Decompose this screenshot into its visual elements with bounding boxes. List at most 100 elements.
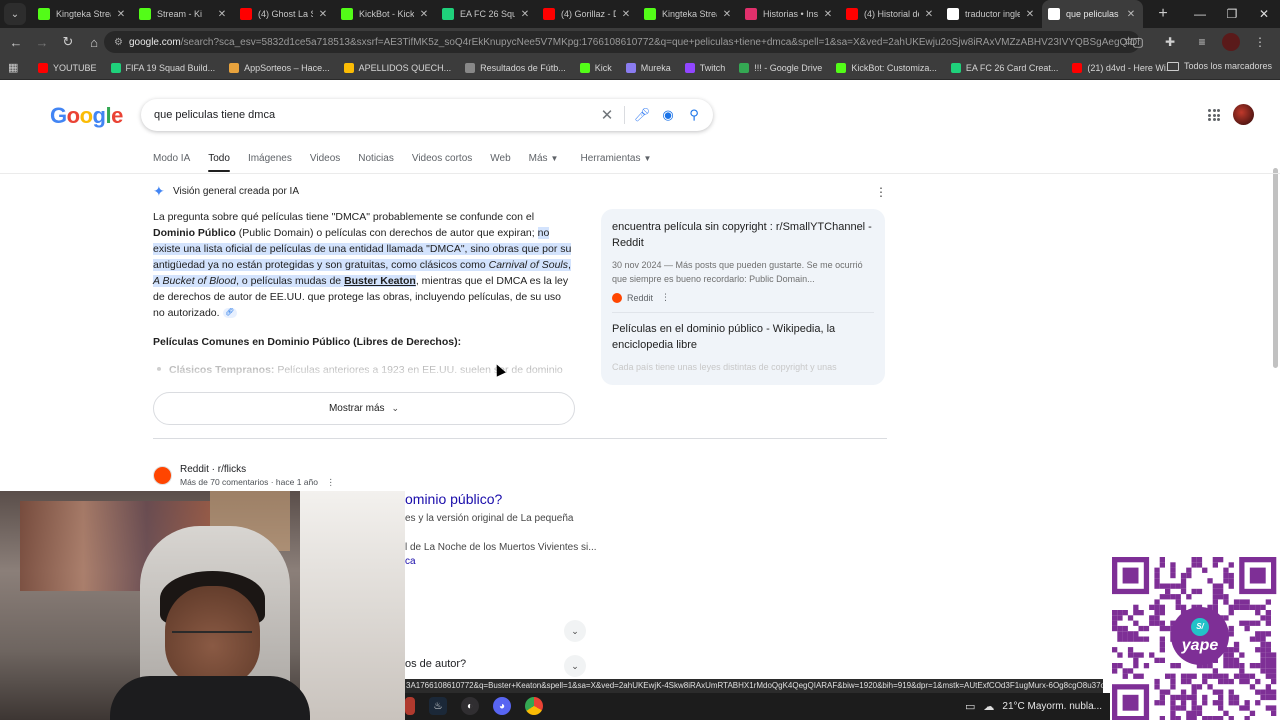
tab-close-icon[interactable]: ✕ [519, 9, 531, 20]
tab-web[interactable]: Web [490, 152, 510, 172]
source-more-icon[interactable]: ⋮ [661, 292, 670, 303]
new-tab-button[interactable]: + [1153, 5, 1173, 23]
browser-tab[interactable]: Kingteka Strea ✕ [638, 0, 739, 28]
tab-label: (4) Gorillaz - D [561, 9, 616, 19]
bookmark-item[interactable]: !!! - Google Drive [739, 62, 822, 73]
result-sublink[interactable]: ca [405, 556, 416, 567]
apps-grid-icon[interactable]: ▦ [8, 61, 24, 74]
bookmark-label: APELLIDOS QUECH... [358, 62, 452, 73]
window-controls: — ❐ ✕ [1184, 0, 1280, 28]
tab-videos-cortos[interactable]: Videos cortos [412, 152, 472, 172]
home-icon[interactable]: ⌂ [82, 30, 106, 54]
display-icon[interactable]: ▭ [965, 700, 975, 713]
tab-videos[interactable]: Videos [310, 152, 340, 172]
tab-todo[interactable]: Todo [208, 152, 230, 172]
kick-icon [139, 8, 151, 20]
tab-modo-ia[interactable]: Modo IA [153, 152, 190, 172]
back-icon[interactable]: ← [4, 30, 28, 54]
google-apps-icon[interactable] [1208, 109, 1220, 121]
forward-icon[interactable]: → [30, 30, 54, 54]
browser-tab[interactable]: (4) Historial de ✕ [840, 0, 941, 28]
tab-close-icon[interactable]: ✕ [216, 9, 228, 20]
source-title-reddit[interactable]: encuentra película sin copyright : r/Sma… [612, 219, 874, 251]
tab-search-icon[interactable]: ⌄ [4, 3, 26, 25]
address-bar[interactable]: ⚙ google.com/search?sca_esv=5832d1ce5a71… [104, 31, 1140, 53]
browser-tab[interactable]: KickBot - Kick ✕ [335, 0, 436, 28]
faq-chevron-icon[interactable]: ⌄ [564, 620, 586, 642]
obs-icon[interactable]: ◐ [461, 697, 479, 715]
tab-close-icon[interactable]: ✕ [620, 9, 632, 20]
source-link-icon[interactable]: 🔗︎ [222, 308, 237, 319]
show-more-button[interactable]: Mostrar más ⌄ [153, 392, 575, 425]
close-window-icon[interactable]: ✕ [1248, 0, 1280, 28]
ai-title-bucket: A Bucket of Blood [153, 275, 237, 287]
result-title-link[interactable]: ominio público? [405, 491, 502, 507]
taskbar-weather[interactable]: ▭ ☁ 21°C Mayorm. nubla... ⌃ [965, 700, 1133, 713]
buster-keaton-link[interactable]: Buster Keaton [344, 275, 416, 287]
page-scrollbar[interactable] [1273, 168, 1278, 368]
bookmark-item[interactable]: (21) d4vd - Here Wi... [1072, 62, 1173, 73]
media-control-icon[interactable]: ≡ [1190, 30, 1214, 54]
restore-icon[interactable]: ❐ [1216, 0, 1248, 28]
search-input[interactable]: que peliculas tiene dmca [154, 109, 594, 121]
clear-icon[interactable]: ✕ [594, 102, 620, 128]
account-avatar[interactable] [1233, 104, 1254, 125]
tab-close-icon[interactable]: ✕ [115, 9, 127, 20]
browser-tab[interactable]: (4) Gorillaz - D ✕ [537, 0, 638, 28]
profile-avatar[interactable] [1222, 33, 1240, 51]
search-icon[interactable]: ⚲ [681, 102, 707, 128]
browser-tab[interactable]: Historias • Inst ✕ [739, 0, 840, 28]
extensions-puzzle-icon[interactable]: ✚ [1158, 30, 1182, 54]
tab-close-icon[interactable]: ✕ [822, 9, 834, 20]
search-box[interactable]: que peliculas tiene dmca ✕ 🎤︎ ◉ ⚲ [141, 99, 713, 131]
bookmark-item[interactable]: APELLIDOS QUECH... [343, 62, 452, 73]
bookmark-item[interactable]: YOUTUBE [38, 62, 97, 73]
result-more-icon[interactable]: ⋮ [326, 477, 335, 487]
tab-close-icon[interactable]: ✕ [1024, 9, 1036, 20]
tab-close-icon[interactable]: ✕ [721, 9, 733, 20]
result-site[interactable]: Reddit · r/flicks [180, 464, 246, 475]
all-bookmarks[interactable]: Todos los marcadores [1166, 61, 1272, 71]
extension-icon[interactable]: ▢ [1126, 30, 1150, 54]
faq-chevron-icon[interactable]: ⌄ [564, 655, 586, 677]
source-title-wikipedia[interactable]: Películas en el dominio público - Wikipe… [612, 321, 874, 353]
tab-imagenes[interactable]: Imágenes [248, 152, 292, 172]
browser-tab[interactable]: Stream - Ki ✕ [133, 0, 234, 28]
browser-tab[interactable]: (4) Ghost La S ✕ [234, 0, 335, 28]
bookmark-item[interactable]: Mureka [625, 62, 671, 73]
bookmark-item[interactable]: AppSorteos – Hace... [229, 62, 330, 73]
bookmark-item[interactable]: Twitch [684, 62, 725, 73]
tab-close-icon[interactable]: ✕ [418, 9, 430, 20]
mic-icon[interactable]: 🎤︎ [629, 102, 655, 128]
tab-mas[interactable]: Más ▼ [529, 152, 559, 172]
browser-tab[interactable]: Kingteka Strea ✕ [32, 0, 133, 28]
tab-close-icon[interactable]: ✕ [923, 9, 935, 20]
ai-bold-dominio: Dominio Público [153, 227, 236, 239]
discord-icon[interactable]: ◕ [493, 697, 511, 715]
lens-icon[interactable]: ◉ [655, 102, 681, 128]
browser-tab[interactable]: que peliculas ti ✕ [1042, 0, 1143, 28]
browser-tab[interactable]: traductor ingle ✕ [941, 0, 1042, 28]
taskbar-app-icon[interactable] [405, 697, 415, 715]
tab-noticias[interactable]: Noticias [358, 152, 394, 172]
browser-tab[interactable]: EA FC 26 Squ ✕ [436, 0, 537, 28]
tab-close-icon[interactable]: ✕ [1125, 9, 1137, 20]
reload-icon[interactable]: ↻ [56, 30, 80, 54]
tab-close-icon[interactable]: ✕ [317, 9, 329, 20]
bookmark-item[interactable]: FIFA 19 Squad Build... [110, 62, 215, 73]
steam-icon[interactable]: ♨ [429, 697, 447, 715]
link-status-bar: 3A1766108610772&q=Buster+Keaton&spell=1&… [405, 679, 1103, 693]
bookmark-item[interactable]: Kick [579, 62, 612, 73]
tab-herramientas[interactable]: Herramientas ▼ [580, 152, 651, 172]
site-info-icon[interactable]: ⚙ [114, 37, 123, 48]
tab-label: (4) Ghost La S [258, 9, 313, 19]
bookmark-item[interactable]: KickBot: Customiza... [836, 62, 937, 73]
ai-more-options-icon[interactable]: ⋮ [875, 185, 887, 199]
google-logo[interactable]: Google [50, 103, 123, 129]
chrome-icon[interactable] [525, 697, 543, 715]
bookmark-item[interactable]: EA FC 26 Card Creat... [950, 62, 1058, 73]
browser-menu-icon[interactable]: ⋮ [1248, 30, 1272, 54]
faq-question[interactable]: os de autor? [405, 658, 466, 670]
bookmark-item[interactable]: Resultados de Fútb... [465, 62, 566, 73]
minimize-icon[interactable]: — [1184, 0, 1216, 28]
